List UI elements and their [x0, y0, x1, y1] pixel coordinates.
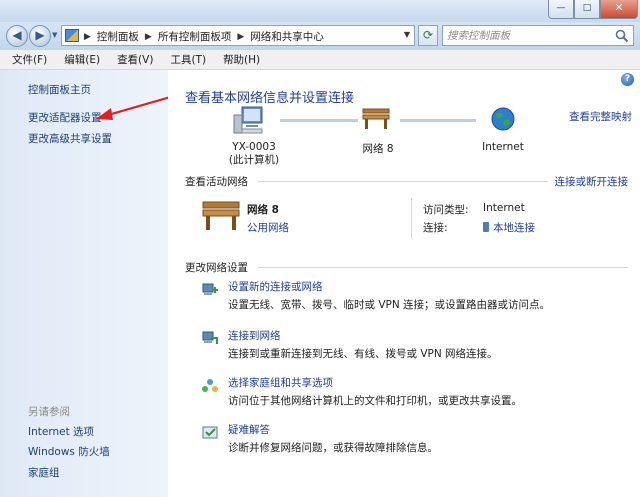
menu-tools[interactable]: 工具(T) — [162, 52, 215, 67]
vertical-divider — [411, 198, 412, 238]
change-settings-heading: 更改网络设置 — [185, 262, 248, 274]
sidebar-item-control-panel-home[interactable]: 控制面板主页 — [28, 82, 91, 97]
task-troubleshoot-link[interactable]: 疑难解答 — [228, 422, 270, 437]
task-connect-to-network-desc: 连接到或重新连接到无线、有线、拨号或 VPN 网络连接。 — [228, 348, 498, 360]
search-icon[interactable] — [615, 29, 629, 43]
computer-name: YX-0003 — [232, 141, 276, 153]
map-link-line — [400, 119, 476, 122]
forward-button[interactable]: ▶ — [29, 25, 51, 47]
menu-view[interactable]: 查看(V) — [109, 52, 162, 67]
page-title: 查看基本网络信息并设置连接 — [185, 91, 355, 106]
homegroup-icon — [202, 379, 218, 392]
computer-icon[interactable] — [232, 105, 266, 137]
task-troubleshoot-desc: 诊断并修复网络问题，或获得故障排除信息。 — [228, 442, 438, 454]
active-network-type-link[interactable]: 公用网络 — [247, 220, 289, 235]
sidebar-item-windows-firewall[interactable]: Windows 防火墙 — [28, 444, 110, 459]
title-bar: — □ ✕ — [0, 0, 640, 22]
close-button[interactable]: ✕ — [600, 0, 638, 19]
control-panel-icon — [65, 29, 79, 42]
map-network-label: 网络 8 — [362, 143, 394, 155]
task-setup-new-connection-desc: 设置无线、宽带、拨号、临时或 VPN 连接；或设置路由器或访问点。 — [228, 299, 551, 311]
main-content: ? 查看基本网络信息并设置连接 查看完整映射 YX-0003 (此计算机) 网络… — [168, 70, 640, 497]
history-dropdown-icon[interactable]: ▼ — [52, 31, 57, 39]
section-divider — [258, 267, 628, 268]
view-full-map-link[interactable]: 查看完整映射 — [569, 109, 632, 124]
troubleshoot-icon — [202, 426, 218, 439]
map-internet-label: Internet — [482, 141, 524, 153]
search-box — [442, 25, 634, 46]
refresh-button[interactable]: ⟳ — [418, 25, 438, 46]
address-row: ◀ ▶ ▼ ▶ 控制面板 ▶ 所有控制面板项 ▶ 网络和共享中心 ▼ ⟳ — [0, 22, 640, 50]
connect-disconnect-link[interactable]: 连接或断开连接 — [555, 174, 629, 189]
breadcrumb-separator-icon[interactable]: ▶ — [84, 32, 91, 42]
computer-sub: (此计算机) — [228, 154, 280, 166]
active-network-bench-icon — [202, 201, 240, 230]
active-networks-heading: 查看活动网络 — [185, 176, 248, 188]
address-dropdown-icon[interactable]: ▼ — [404, 30, 410, 39]
connection-label: 连接: — [423, 222, 448, 234]
internet-globe-icon[interactable] — [490, 106, 516, 132]
task-setup-new-connection-link[interactable]: 设置新的连接或网络 — [228, 279, 323, 294]
network-bench-icon[interactable] — [361, 107, 391, 131]
access-type-value: Internet — [483, 202, 525, 214]
menu-edit[interactable]: 编辑(E) — [56, 52, 109, 67]
menu-help[interactable]: 帮助(H) — [215, 52, 269, 67]
access-type-label: 访问类型: — [423, 204, 469, 216]
menu-bar: 文件(F) 编辑(E) 查看(V) 工具(T) 帮助(H) — [0, 50, 640, 70]
minimize-button[interactable]: — — [548, 0, 574, 19]
breadcrumb: ▶ 控制面板 ▶ 所有控制面板项 ▶ 网络和共享中心 — [84, 29, 324, 44]
maximize-button[interactable]: □ — [574, 0, 600, 19]
connection-value-link[interactable]: 本地连接 — [483, 220, 535, 235]
red-arrow-annotation — [96, 94, 175, 120]
sidebar-item-change-advanced-sharing[interactable]: 更改高级共享设置 — [28, 131, 112, 146]
search-input[interactable] — [447, 28, 612, 43]
task-connect-to-network-link[interactable]: 连接到网络 — [228, 328, 281, 343]
breadcrumb-all-items[interactable]: 所有控制面板项 — [158, 29, 232, 44]
breadcrumb-network-center[interactable]: 网络和共享中心 — [250, 29, 324, 44]
breadcrumb-control-panel[interactable]: 控制面板 — [97, 29, 139, 44]
new-connection-icon — [202, 283, 218, 295]
section-divider — [258, 181, 548, 182]
breadcrumb-separator-icon[interactable]: ▶ — [145, 32, 152, 42]
menu-file[interactable]: 文件(F) — [4, 52, 56, 67]
connect-network-icon — [202, 331, 218, 344]
back-button[interactable]: ◀ — [6, 25, 28, 47]
address-bar[interactable]: ▶ 控制面板 ▶ 所有控制面板项 ▶ 网络和共享中心 ▼ — [61, 25, 415, 46]
ethernet-plug-icon — [483, 222, 489, 232]
sidebar-item-change-adapter-settings[interactable]: 更改适配器设置 — [28, 110, 102, 125]
map-link-line — [280, 119, 358, 122]
help-icon[interactable]: ? — [621, 73, 634, 86]
task-homegroup-sharing-desc: 访问位于其他网络计算机上的文件和打印机，或更改共享设置。 — [228, 395, 522, 407]
sidebar-item-internet-options[interactable]: Internet 选项 — [28, 424, 94, 439]
active-network-name: 网络 8 — [247, 204, 279, 216]
connection-value-text: 本地连接 — [493, 222, 535, 234]
sidebar: 控制面板主页 更改适配器设置 更改高级共享设置 另请参阅 Internet 选项… — [0, 70, 175, 497]
task-homegroup-sharing-link[interactable]: 选择家庭组和共享选项 — [228, 375, 333, 390]
see-also-heading: 另请参阅 — [28, 406, 70, 418]
sidebar-item-homegroup[interactable]: 家庭组 — [28, 465, 60, 480]
breadcrumb-separator-icon[interactable]: ▶ — [237, 32, 244, 42]
map-computer-label: YX-0003 (此计算机) — [214, 141, 294, 167]
